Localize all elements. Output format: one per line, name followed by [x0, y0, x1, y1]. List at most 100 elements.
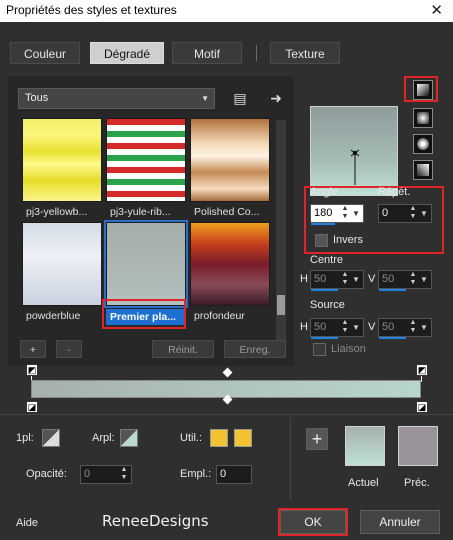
invert-label: Invers — [333, 234, 363, 246]
center-v-label: V — [368, 273, 376, 285]
user-color-swatch[interactable] — [210, 429, 228, 447]
chevron-down-icon[interactable]: ▼ — [420, 319, 430, 336]
center-h-label: H — [300, 273, 308, 285]
current-label: Actuel — [348, 477, 379, 489]
spin-arrows-icon[interactable]: ▲ ▼ — [339, 319, 351, 336]
rectangular-style-icon[interactable] — [413, 108, 433, 128]
source-v-value: 50 — [382, 321, 395, 333]
angle-value: 180 — [314, 207, 333, 219]
source-h-label: H — [300, 321, 308, 333]
invert-checkbox[interactable] — [315, 234, 328, 247]
reset-button[interactable]: Réinit. — [152, 340, 214, 358]
angle-label: Angle — [310, 186, 339, 198]
location-input[interactable]: 0 — [216, 465, 252, 484]
title-bar: Propriétés des styles et textures ✕ — [0, 0, 453, 22]
center-v-slider[interactable] — [379, 289, 406, 291]
location-value: 0 — [220, 468, 227, 480]
spin-arrows-icon[interactable]: ▲ ▼ — [407, 205, 419, 222]
previous-swatch[interactable] — [398, 426, 438, 466]
highlight-linear-style — [404, 76, 438, 102]
category-dropdown[interactable]: Tous ▼ — [18, 88, 215, 109]
link-label: Liaison — [331, 343, 366, 355]
gradient-thumb-yellowb[interactable] — [22, 118, 102, 202]
current-swatch[interactable] — [345, 426, 385, 466]
angle-handle-icon[interactable] — [311, 107, 399, 197]
end-color-stop-icon[interactable]: ◪ — [416, 401, 428, 413]
tab-couleur[interactable]: Couleur — [10, 42, 80, 64]
divider — [290, 418, 291, 500]
source-v-input[interactable]: 50 ▲ ▼ ▼ — [378, 318, 432, 339]
gradient-label: profondeur — [194, 310, 245, 322]
spin-arrows-icon[interactable]: ▲ ▼ — [407, 271, 419, 288]
scrollbar-thumb[interactable] — [277, 295, 285, 315]
gradient-label: Polished Co... — [194, 206, 260, 218]
chevron-down-icon[interactable]: ▼ — [420, 205, 430, 222]
window-title: Propriétés des styles et textures — [6, 3, 177, 17]
source-h-input[interactable]: 50 ▲ ▼ ▼ — [310, 318, 364, 339]
user-color-label: Util.: — [180, 432, 202, 444]
user-color-picker[interactable] — [234, 429, 252, 447]
spin-arrows-icon[interactable]: ▲ ▼ — [339, 271, 351, 288]
category-value: Tous — [25, 92, 49, 104]
gradient-preview[interactable] — [310, 106, 398, 196]
angle-slider[interactable] — [311, 223, 335, 225]
spin-arrows-icon[interactable]: ▲ ▼ — [407, 319, 419, 336]
chevron-down-icon[interactable]: ▼ — [352, 319, 362, 336]
center-h-input[interactable]: 50 ▲ ▼ ▼ — [310, 270, 364, 291]
source-h-value: 50 — [314, 321, 327, 333]
gradient-label: pj3-yellowb... — [26, 206, 88, 218]
save-button[interactable]: Enreg. — [224, 340, 286, 358]
gradient-thumb-premier-plan[interactable] — [104, 220, 188, 308]
center-v-input[interactable]: 50 ▲ ▼ ▼ — [378, 270, 432, 291]
source-h-slider[interactable] — [311, 337, 338, 339]
radial-style-icon[interactable] — [413, 134, 433, 154]
add-gradient-button[interactable]: + — [20, 340, 46, 358]
cancel-button[interactable]: Annuler — [360, 510, 440, 534]
gradient-thumb-powderblue[interactable] — [22, 222, 102, 306]
gradient-thumb-polished[interactable] — [190, 118, 270, 202]
source-v-slider[interactable] — [379, 337, 406, 339]
opacity-input[interactable]: 0 ▲ ▼ — [80, 465, 132, 484]
background-stop-label: Arpl: — [92, 432, 115, 444]
library-scrollbar[interactable] — [276, 120, 286, 348]
tab-motif[interactable]: Motif — [172, 42, 242, 64]
tab-texture[interactable]: Texture — [270, 42, 340, 64]
dialog-body: Couleur Dégradé Motif Texture Tous ▼ ▤ ➜… — [0, 22, 453, 540]
opacity-label: Opacité: — [26, 468, 67, 480]
close-icon[interactable]: ✕ — [430, 1, 443, 19]
arrow-right-icon[interactable]: ➜ — [268, 90, 284, 106]
tab-degrade[interactable]: Dégradé — [90, 42, 164, 64]
center-v-value: 50 — [382, 273, 395, 285]
start-stop-marker-icon[interactable]: ◩ — [26, 364, 38, 376]
divider — [0, 414, 453, 415]
chevron-down-icon[interactable]: ▼ — [420, 271, 430, 288]
gradient-thumb-yule[interactable] — [106, 118, 186, 202]
spin-arrows-icon[interactable]: ▲ ▼ — [118, 466, 130, 483]
repeat-input[interactable]: 0 ▲ ▼ ▼ — [378, 204, 432, 223]
chevron-down-icon[interactable]: ▼ — [352, 205, 362, 222]
repeat-value: 0 — [382, 207, 389, 219]
end-stop-marker-icon[interactable]: ◩ — [416, 364, 428, 376]
spin-arrows-icon[interactable]: ▲ ▼ — [339, 205, 351, 222]
link-checkbox[interactable] — [313, 343, 326, 356]
remove-gradient-button[interactable]: - — [56, 340, 82, 358]
help-link[interactable]: Aide — [16, 517, 38, 529]
gradient-thumb-profondeur[interactable] — [190, 222, 270, 306]
stop-tick — [421, 376, 422, 382]
foreground-stop-label: 1pl: — [16, 432, 34, 444]
center-h-value: 50 — [314, 273, 327, 285]
list-view-icon[interactable]: ▤ — [232, 90, 248, 106]
midpoint-handle[interactable] — [222, 367, 233, 378]
gradient-label: powderblue — [26, 310, 81, 322]
center-h-slider[interactable] — [311, 289, 338, 291]
chevron-down-icon[interactable]: ▼ — [352, 271, 362, 288]
angle-input[interactable]: 180 ▲ ▼ ▼ — [310, 204, 364, 225]
sunburst-style-icon[interactable] — [413, 160, 433, 180]
add-to-swatches-button[interactable]: + — [306, 428, 328, 450]
start-color-stop-icon[interactable]: ◪ — [26, 401, 38, 413]
repeat-label: Répét. — [378, 186, 411, 198]
foreground-stop-icon[interactable] — [42, 429, 60, 447]
background-stop-icon[interactable] — [120, 429, 138, 447]
location-label: Empl.: — [180, 468, 212, 480]
highlight-selected-gradient — [102, 299, 186, 329]
